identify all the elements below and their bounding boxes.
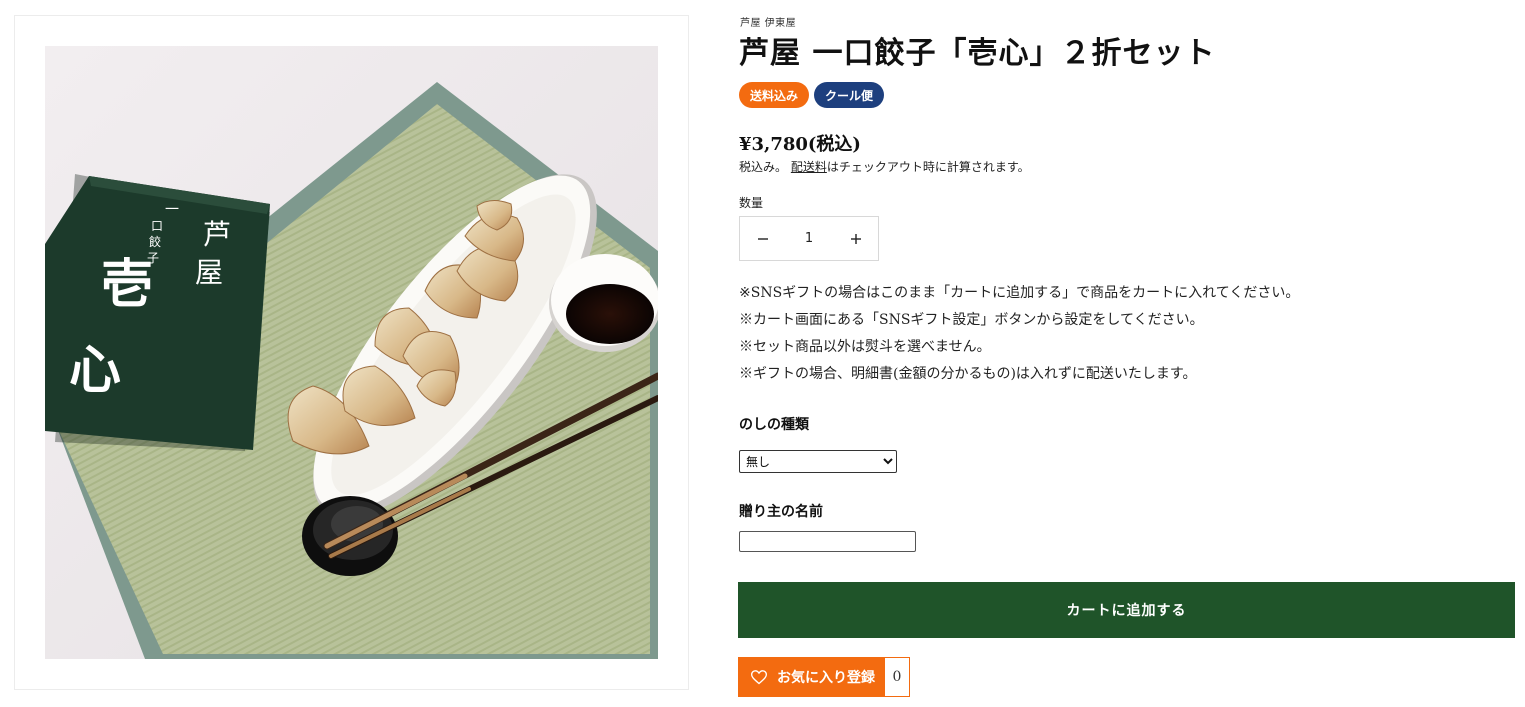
tax-note-suffix: はチェックアウト時に計算されます。: [826, 160, 1030, 174]
product-photo[interactable]: 一 口 餃 子 芦 屋 壱 心: [45, 46, 658, 659]
quantity-decrease-button[interactable]: [740, 217, 785, 260]
product-badges: 送料込み クール便: [739, 82, 885, 108]
favorite-button[interactable]: お気に入り登録: [739, 658, 885, 696]
gift-note-line: ※ギフトの場合、明細書(金額の分かるもの)は入れずに配送いたします。: [739, 366, 1197, 382]
product-price: ¥3,780(税込): [739, 134, 861, 155]
svg-text:芦: 芦: [203, 218, 231, 251]
favorite-count: 0: [885, 658, 909, 696]
quantity-increase-button[interactable]: [833, 217, 878, 260]
add-to-cart-button[interactable]: カートに追加する: [738, 582, 1515, 638]
product-info: 芦屋 伊東屋 芦屋 一口餃子「壱心」２折セット 送料込み クール便 ¥3,780…: [738, 0, 1515, 707]
product-media-frame: 一 口 餃 子 芦 屋 壱 心: [14, 15, 689, 690]
tax-note: 税込み。 配送料はチェックアウト時に計算されます。: [739, 158, 1030, 175]
product-title: 芦屋 一口餃子「壱心」２折セット: [739, 36, 1216, 71]
sender-name-label: 贈り主の名前: [739, 504, 823, 520]
svg-text:心: 心: [69, 340, 121, 401]
gift-note-line: ※カート画面にある「SNSギフト設定」ボタンから設定をしてください。: [739, 312, 1204, 328]
shipping-policy-link[interactable]: 配送料: [791, 160, 827, 174]
product-vendor: 芦屋 伊東屋: [740, 18, 797, 29]
tax-note-prefix: 税込み。: [739, 160, 788, 174]
favorite-widget: お気に入り登録 0: [738, 657, 910, 697]
favorite-label: お気に入り登録: [777, 670, 875, 686]
gift-note-line: ※セット商品以外は熨斗を選べません。: [739, 339, 991, 355]
svg-text:餃: 餃: [149, 234, 161, 249]
gift-notes: ※SNSギフトの場合はこのまま「カートに追加する」で商品をカートに入れてください…: [739, 280, 1299, 388]
svg-text:屋: 屋: [195, 256, 223, 289]
quantity-input[interactable]: [785, 231, 833, 246]
quantity-stepper: [739, 216, 879, 261]
plus-icon: [850, 233, 861, 244]
svg-text:壱: 壱: [101, 254, 153, 315]
gift-note-line: ※SNSギフトの場合はこのまま「カートに追加する」で商品をカートに入れてください…: [739, 285, 1300, 301]
heart-icon: [751, 669, 767, 684]
minus-icon: [757, 237, 768, 240]
noshi-type-label: のしの種類: [739, 417, 809, 433]
sender-name-input[interactable]: [739, 531, 916, 552]
badge-cool-delivery: クール便: [814, 82, 885, 108]
quantity-label: 数量: [739, 196, 764, 210]
noshi-type-select[interactable]: 無し: [739, 450, 897, 473]
svg-text:一: 一: [165, 202, 179, 218]
svg-text:口: 口: [151, 219, 163, 233]
badge-free-shipping: 送料込み: [739, 82, 810, 108]
